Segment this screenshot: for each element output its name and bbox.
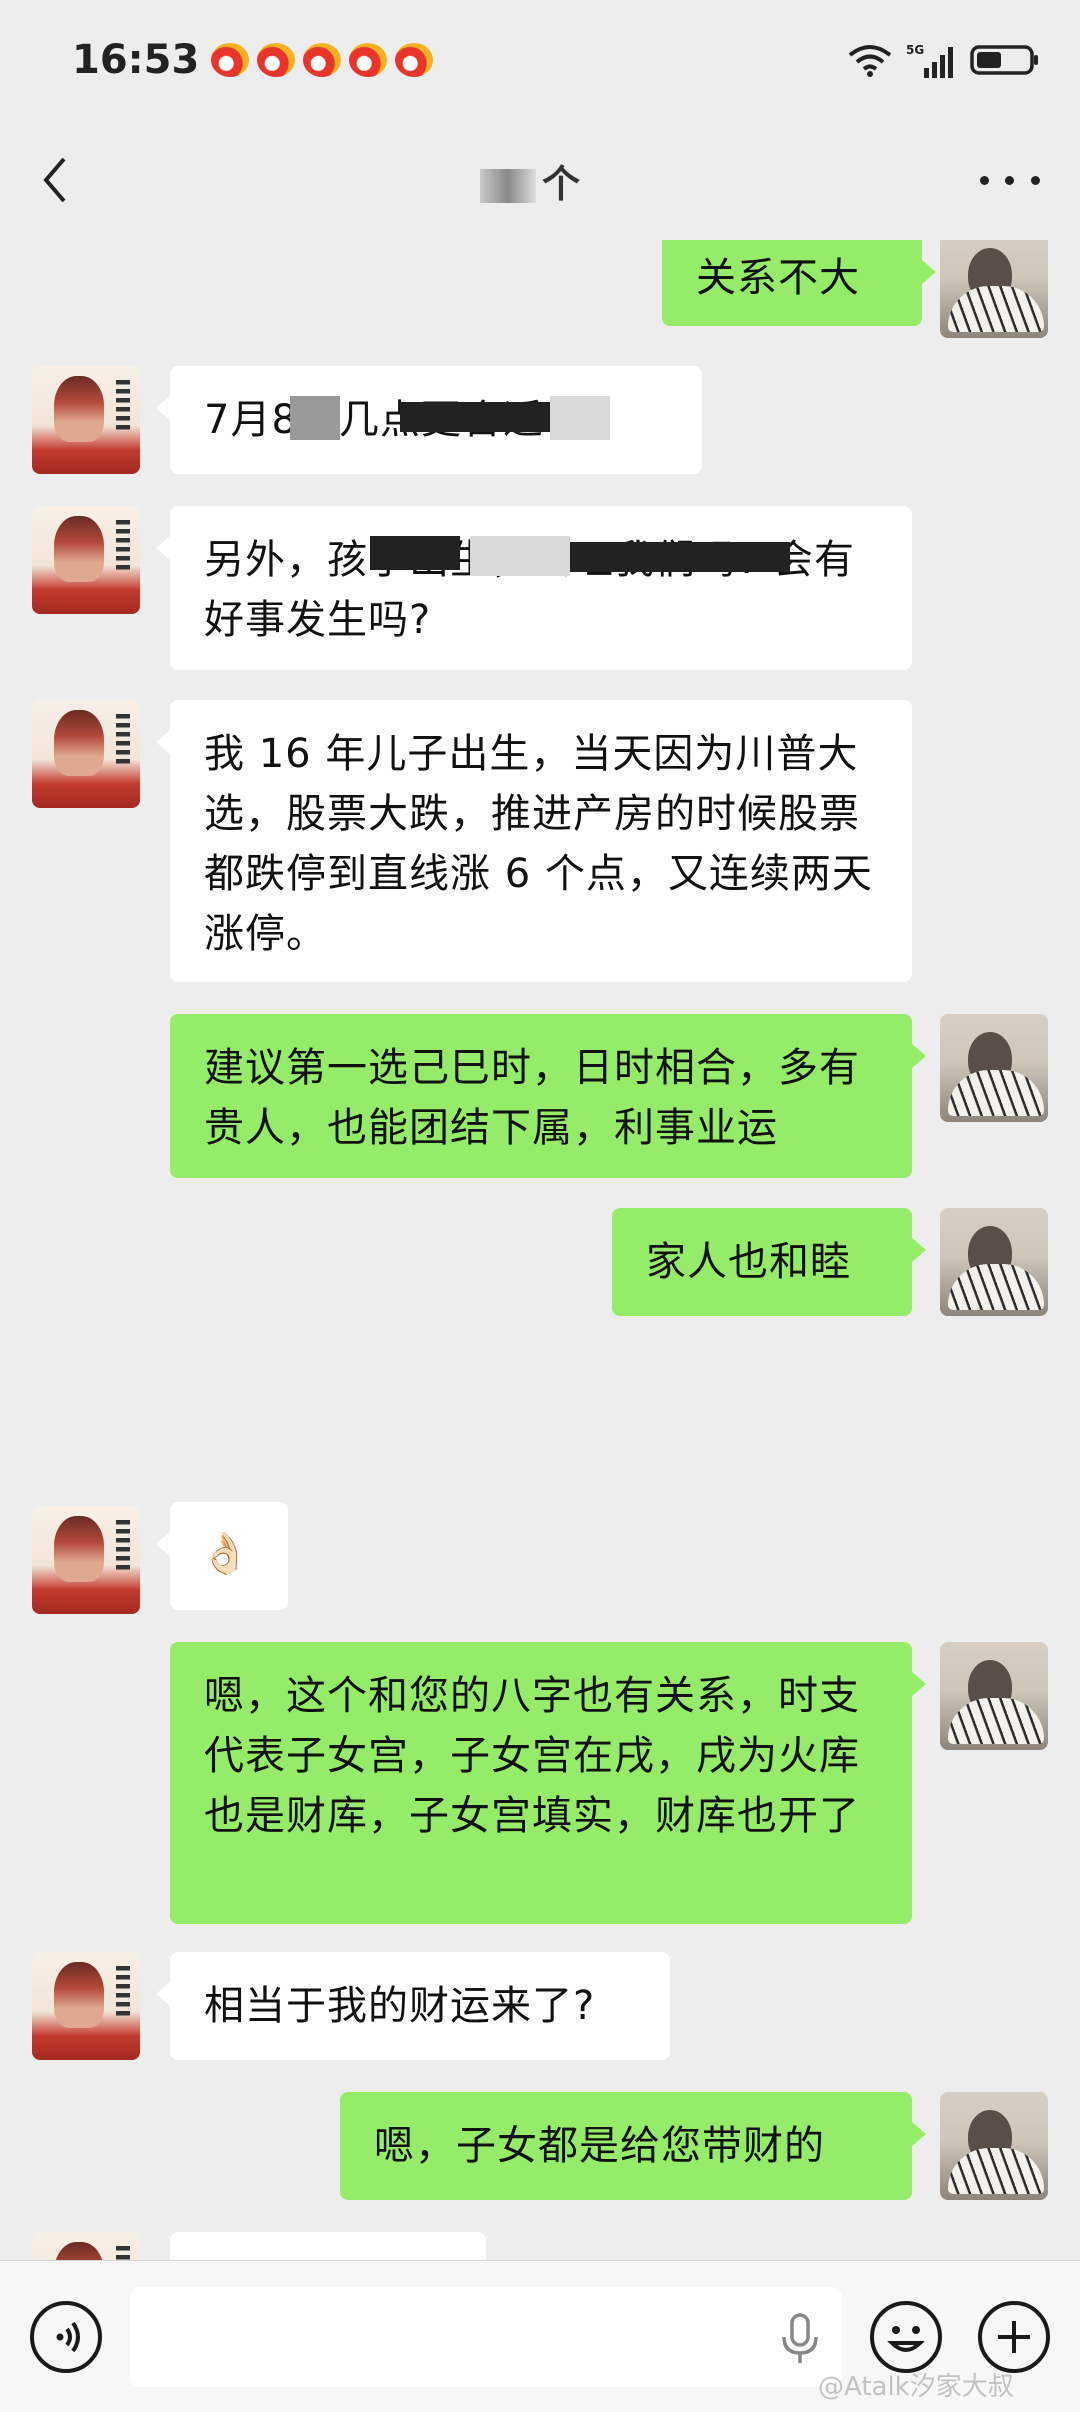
message-list[interactable]: 关系不大 7月8日几点更合适呢? 另外，孩子出生，会旺我们吗? 会有好事发生吗?… [0,240,1080,2260]
message-text: 嗯，子女都是给您带财的 [374,2123,825,2169]
redaction [470,536,570,576]
redacted-name [479,169,536,203]
more-button[interactable] [979,170,1040,190]
message-bubble[interactable]: 另外，孩子出生，会旺我们吗? 会有好事发生吗? [156,506,912,670]
message-text: 建议第一选己巳时，日时相合，多有贵人，也能团结下属，利事业运 [204,1045,860,1151]
redaction [550,396,610,440]
emoji-button[interactable] [870,2301,942,2373]
my-avatar[interactable] [940,1208,1048,1316]
message-bubble[interactable] [170,2232,486,2260]
battery-icon [970,45,1038,75]
message-bubble[interactable]: 👌🏻 [156,1502,288,1610]
voice-button[interactable] [30,2301,102,2373]
ok-hand-emoji: 👌🏻 [200,1531,251,1577]
contact-avatar[interactable] [32,366,140,474]
my-avatar[interactable] [940,240,1048,338]
my-avatar[interactable] [940,1014,1048,1122]
more-actions-button[interactable] [978,2301,1050,2373]
contact-avatar[interactable] [32,2232,140,2260]
my-avatar[interactable] [940,2092,1048,2200]
voice-icon [56,2321,80,2353]
message-text: 嗯，这个和您的八字也有关系，时支代表子女宫，子女宫在戌，戌为火库也是财库，子女宫… [204,1673,860,1839]
chat-title: 个 [479,153,580,208]
message-bubble[interactable]: 嗯，这个和您的八字也有关系，时支代表子女宫，子女宫在戌，戌为火库也是财库，子女宫… [170,1642,926,1924]
message-text: 我 16 年儿子出生，当天因为川普大选，股票大跌，推进产房的时候股票都跌停到直线… [204,731,873,957]
back-button[interactable] [40,150,80,210]
weibo-icon [257,43,296,77]
status-indicators: 5G [848,42,1040,78]
message-text: 关系不大 [696,255,860,301]
weibo-icon [395,43,434,77]
my-avatar[interactable] [940,1642,1048,1750]
message-text: 相当于我的财运来了? [204,1983,596,2029]
redaction [570,542,790,572]
emoji-icon [887,2326,925,2352]
message-bubble[interactable]: 我 16 年儿子出生，当天因为川普大选，股票大跌，推进产房的时候股票都跌停到直线… [156,700,912,982]
status-time: 16:53 [72,37,200,83]
weibo-icon [211,43,250,77]
weibo-icon [303,43,342,77]
message-text: 家人也和睦 [646,1239,851,1285]
redaction [370,536,460,570]
redaction [290,396,340,440]
message-input[interactable] [130,2287,842,2387]
message-bubble[interactable]: 建议第一选己巳时，日时相合，多有贵人，也能团结下属，利事业运 [170,1014,926,1178]
mic-icon[interactable] [780,2313,820,2365]
chat-title-text: 个 [541,161,580,206]
wifi-icon [848,45,892,77]
status-bar: 16:53 5G [0,0,1080,120]
network-label: 5G [906,43,924,57]
message-bubble[interactable]: 7月8日几点更合适呢? [156,366,702,474]
more-dots-icon [979,175,989,185]
signal-icon: 5G [906,43,953,78]
plus-icon [998,2321,1030,2353]
message-bubble[interactable]: 家人也和睦 [612,1208,926,1316]
contact-avatar[interactable] [32,700,140,808]
message-bubble[interactable]: 嗯，子女都是给您带财的 [340,2092,926,2200]
message-bubble[interactable]: 关系不大 [662,240,936,326]
message-bubble[interactable]: 相当于我的财运来了? [156,1952,670,2060]
weibo-icon [349,43,388,77]
contact-avatar[interactable] [32,1506,140,1614]
chevron-left-icon [43,157,66,203]
redaction [400,402,550,432]
chat-header: 个 [0,120,1080,240]
contact-avatar[interactable] [32,1952,140,2060]
watermark: @Atalk汐家大叔 [818,2372,1014,2402]
contact-avatar[interactable] [32,506,140,614]
